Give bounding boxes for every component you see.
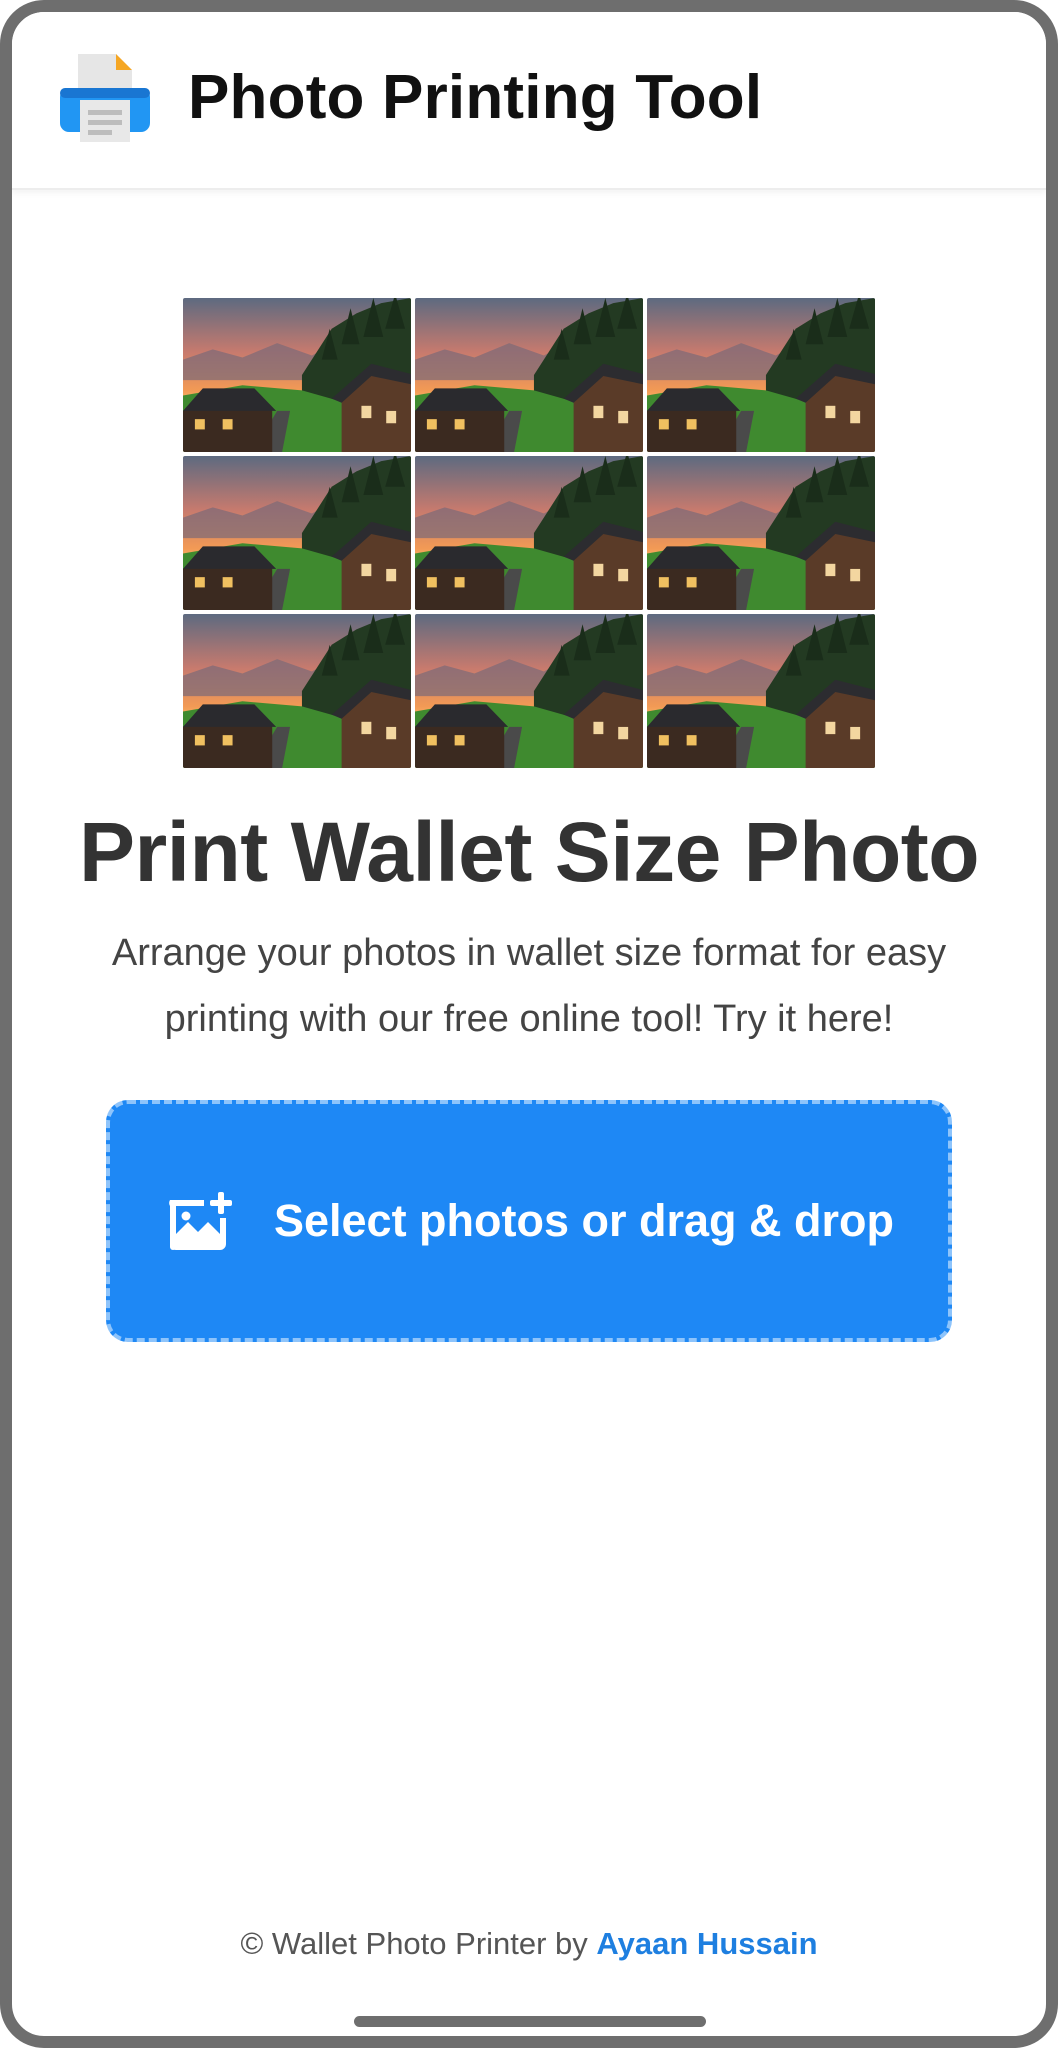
select-photos-label: Select photos or drag & drop — [273, 1195, 895, 1246]
wallet-photo-preview-grid — [183, 298, 875, 768]
add-image-icon — [169, 1192, 232, 1250]
wallet-photo-tile — [647, 614, 875, 768]
wallet-photo-tile — [415, 456, 643, 610]
landscape-photo-image — [183, 298, 411, 452]
wallet-photo-tile — [647, 456, 875, 610]
landscape-photo-image — [183, 614, 411, 768]
landscape-photo-image — [647, 614, 875, 768]
page-headline: Print Wallet Size Photo — [78, 805, 980, 899]
landscape-photo-image — [415, 298, 643, 452]
device-frame: Photo Printing Tool Print Wallet Size Ph… — [0, 0, 1058, 2048]
wallet-photo-tile — [183, 614, 411, 768]
page-description: Arrange your photos in wallet size forma… — [111, 932, 947, 1040]
wallet-photo-tile — [647, 298, 875, 452]
landscape-photo-image — [415, 456, 643, 610]
wallet-photo-tile — [415, 614, 643, 768]
author-link[interactable]: Ayaan Hussain — [596, 1926, 817, 1961]
landscape-photo-image — [647, 298, 875, 452]
app-header: Photo Printing Tool — [12, 12, 1046, 190]
landscape-photo-image — [415, 614, 643, 768]
landscape-photo-image — [183, 456, 411, 610]
printer-icon — [60, 54, 150, 142]
home-indicator[interactable] — [354, 2016, 706, 2027]
wallet-photo-tile — [415, 298, 643, 452]
select-photos-button[interactable]: Select photos or drag & drop — [106, 1100, 952, 1342]
wallet-photo-tile — [183, 298, 411, 452]
app-title: Photo Printing Tool — [188, 63, 763, 132]
wallet-photo-tile — [183, 456, 411, 610]
landscape-photo-image — [647, 456, 875, 610]
footer: © Wallet Photo Printer by Ayaan Hussain — [12, 1926, 1046, 1962]
footer-credit: © Wallet Photo Printer by — [240, 1926, 588, 1961]
